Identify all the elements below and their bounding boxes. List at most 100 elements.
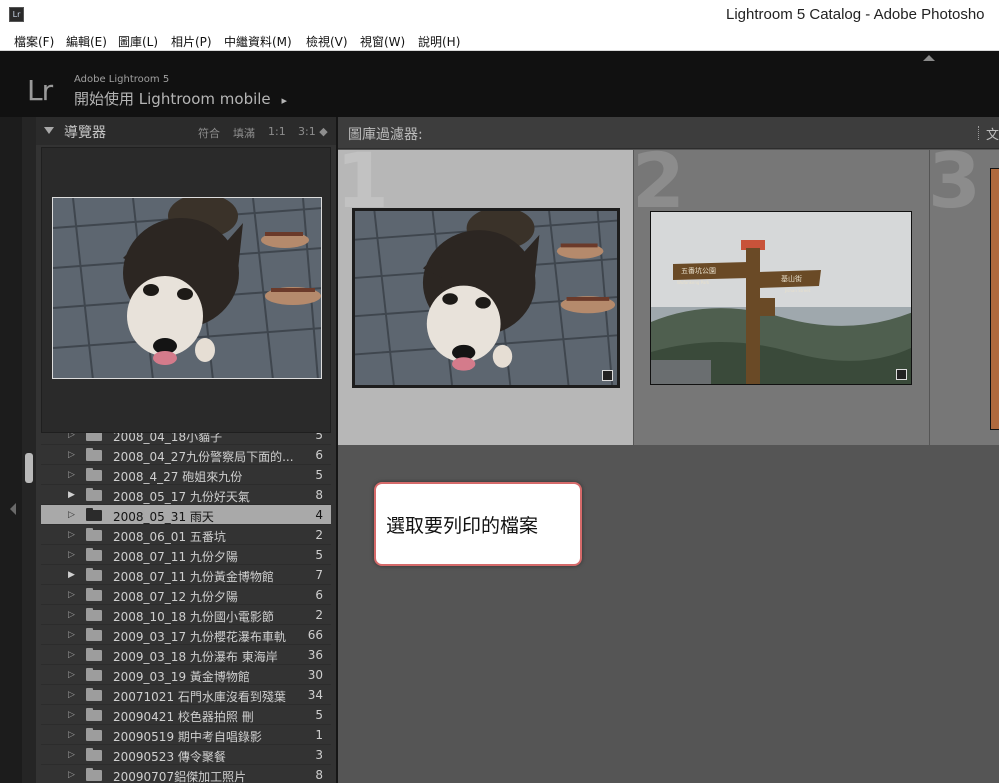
folder-row[interactable]: ▷ 2008_10_18 九份國小電影節 2 <box>41 605 331 625</box>
scrollbar-thumb[interactable] <box>25 453 33 483</box>
folder-count: 5 <box>315 548 323 562</box>
sign-text-right: 基山街 <box>781 274 802 283</box>
navigator-preview[interactable] <box>41 147 331 433</box>
folder-row[interactable]: ▷ 2008_07_11 九份夕陽 5 <box>41 545 331 565</box>
folder-row[interactable]: ▷ 20090523 傳令聚餐 3 <box>41 745 331 765</box>
left-panel-edge[interactable] <box>0 117 22 783</box>
collapse-top-panel-icon[interactable] <box>923 55 935 61</box>
folder-row[interactable]: ▷ 20090519 期中考自唱錄影 1 <box>41 725 331 745</box>
folder-expander-icon[interactable]: ▷ <box>68 730 75 740</box>
folder-expander-icon[interactable]: ▶ <box>68 490 75 500</box>
folder-name: 2008_10_18 九份國小電影節 <box>113 610 274 624</box>
folder-row[interactable]: ▶ 2008_05_17 九份好天氣 8 <box>41 485 331 505</box>
menu-window[interactable]: 視窗(W) <box>360 33 405 50</box>
folder-expander-icon[interactable]: ▷ <box>68 610 75 620</box>
photo-thumbnail[interactable]: 五番坑公園 基山街 Wufankeng Park Jishan Street <box>650 211 912 385</box>
grid-cell[interactable]: 3 <box>930 150 999 445</box>
folder-icon <box>86 433 102 441</box>
library-filter-bar: 圖庫過濾器: 文 <box>338 117 999 149</box>
folder-name: 2008_4_27 砲姐來九份 <box>113 470 243 484</box>
lightroom-app-icon[interactable]: Lr <box>9 7 24 22</box>
disclosure-triangle-icon[interactable] <box>44 127 54 134</box>
menu-photo[interactable]: 相片(P) <box>171 33 212 50</box>
filter-text-option[interactable]: 文 <box>986 124 999 143</box>
folder-expander-icon[interactable]: ▷ <box>68 530 75 540</box>
folder-expander-icon[interactable]: ▷ <box>68 450 75 460</box>
folder-expander-icon[interactable]: ▷ <box>68 590 75 600</box>
husky-thumbnail-image <box>355 211 617 385</box>
folder-row[interactable]: ▷ 2009_03_18 九份瀑布 東海岸 36 <box>41 645 331 665</box>
title-bar: Lr Lightroom 5 Catalog - Adobe Photosho <box>0 0 999 31</box>
folder-row[interactable]: ▷ 2008_07_12 九份夕陽 6 <box>41 585 331 605</box>
folder-icon <box>86 588 102 601</box>
folder-row[interactable]: ▷ 20090421 校色器拍照 刪 5 <box>41 705 331 725</box>
folder-name: 2008_04_27九份警察局下面的... <box>113 450 294 464</box>
menu-library[interactable]: 圖庫(L) <box>118 33 158 50</box>
folder-count: 5 <box>315 708 323 722</box>
folder-count: 34 <box>307 688 323 702</box>
folder-icon <box>86 668 102 681</box>
folder-expander-icon[interactable]: ▷ <box>68 750 75 760</box>
folder-count: 5 <box>315 433 323 442</box>
folder-icon <box>86 548 102 561</box>
folder-expander-icon[interactable]: ▷ <box>68 470 75 480</box>
menu-bar: 檔案(F) 編輯(E) 圖庫(L) 相片(P) 中繼資料(M) 檢視(V) 視窗… <box>0 31 999 51</box>
zoom-fit-option[interactable]: 符合 <box>198 125 220 141</box>
menu-edit[interactable]: 編輯(E) <box>66 33 107 50</box>
folder-count: 2 <box>315 608 323 622</box>
cell-index: 3 <box>930 150 981 225</box>
lightroom-mobile-link[interactable]: 開始使用 Lightroom mobile ▸ <box>74 88 287 109</box>
folder-row[interactable]: ▷ 2008_04_18小貓子 5 <box>41 433 331 445</box>
folder-row[interactable]: ▷ 20090707鋁傑加工照片 8 <box>41 765 331 783</box>
folder-name: 2008_05_17 九份好天氣 <box>113 490 250 504</box>
folder-icon <box>86 708 102 721</box>
collapse-left-panel-icon[interactable] <box>10 503 16 515</box>
sign-text-left: 五番坑公園 <box>681 266 716 275</box>
folder-row[interactable]: ▷ 20071021 石門水庫沒看到殘葉 34 <box>41 685 331 705</box>
folder-name: 20090523 傳令聚餐 <box>113 750 226 764</box>
zoom-3-1-option[interactable]: 3:1 ◆ <box>298 125 328 138</box>
folder-row[interactable]: ▷ 2008_06_01 五番坑 2 <box>41 525 331 545</box>
navigator-header[interactable]: 導覽器 符合 填滿 1:1 3:1 ◆ <box>36 117 336 145</box>
folder-row[interactable]: ▷ 2008_04_27九份警察局下面的... 6 <box>41 445 331 465</box>
folder-row[interactable]: ▷ 2009_03_19 黃金博物館 30 <box>41 665 331 685</box>
play-arrow-icon: ▸ <box>281 94 287 107</box>
folder-row-selected[interactable]: ▷ 2008_05_31 雨天 4 <box>41 505 331 525</box>
zoom-fill-option[interactable]: 填滿 <box>233 125 255 141</box>
photo-thumbnail[interactable] <box>990 168 999 430</box>
folder-icon <box>86 568 102 581</box>
grid-cell-selected[interactable]: 1 <box>338 150 633 445</box>
folder-name: 2008_04_18小貓子 <box>113 433 223 444</box>
folder-count: 5 <box>315 468 323 482</box>
navigator-preview-image[interactable] <box>52 197 322 379</box>
folder-expander-icon[interactable]: ▷ <box>68 510 75 520</box>
menu-file[interactable]: 檔案(F) <box>14 33 54 50</box>
menu-view[interactable]: 檢視(V) <box>306 33 348 50</box>
menu-metadata[interactable]: 中繼資料(M) <box>224 33 292 50</box>
folder-row[interactable]: ▷ 2009_03_17 九份櫻花瀑布車軌 66 <box>41 625 331 645</box>
menu-help[interactable]: 說明(H) <box>418 33 460 50</box>
folder-count: 66 <box>307 628 323 642</box>
folder-count: 30 <box>307 668 323 682</box>
folder-expander-icon[interactable]: ▷ <box>68 550 75 560</box>
folder-icon <box>86 608 102 621</box>
grid-cell[interactable]: 2 五番坑公園 基山街 Wufankeng Park Jishan Street <box>634 150 929 445</box>
folder-expander-icon[interactable]: ▷ <box>68 690 75 700</box>
folder-expander-icon[interactable]: ▷ <box>68 650 75 660</box>
folder-expander-icon[interactable]: ▷ <box>68 670 75 680</box>
folder-expander-icon[interactable]: ▷ <box>68 770 75 780</box>
photo-thumbnail[interactable] <box>352 208 620 388</box>
folder-expander-icon[interactable]: ▷ <box>68 710 75 720</box>
husky-photo <box>53 198 321 378</box>
left-panel-scrollbar[interactable] <box>22 117 36 783</box>
folder-row[interactable]: ▷ 2008_4_27 砲姐來九份 5 <box>41 465 331 485</box>
folder-row[interactable]: ▶ 2008_07_11 九份黃金博物館 7 <box>41 565 331 585</box>
folder-expander-icon[interactable]: ▷ <box>68 433 75 440</box>
folder-expander-icon[interactable]: ▷ <box>68 630 75 640</box>
folder-icon <box>86 768 102 781</box>
folder-count: 36 <box>307 648 323 662</box>
folder-expander-icon[interactable]: ▶ <box>68 570 75 580</box>
mobile-link-label: 開始使用 Lightroom mobile <box>74 90 271 108</box>
zoom-1-1-option[interactable]: 1:1 <box>268 125 286 138</box>
folder-icon <box>86 468 102 481</box>
